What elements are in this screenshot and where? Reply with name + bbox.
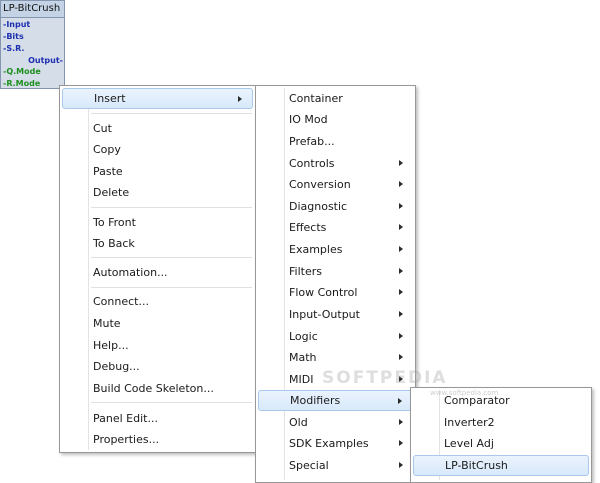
menu-item-lp-bitcrush[interactable]: LP-BitCrush [413,455,589,476]
chevron-right-icon [399,419,403,425]
menu-item-label: Math [289,351,317,364]
pin-bits[interactable]: -Bits [3,32,24,42]
menu-item-paste[interactable]: Paste [62,161,253,182]
chevron-right-icon [399,289,403,295]
menu-item-diagnostic[interactable]: Diagnostic [258,196,413,217]
menu-item-inverter2[interactable]: Inverter2 [413,412,589,433]
menu-item-label: Controls [289,157,335,170]
menu-item-prefab[interactable]: Prefab... [258,131,413,152]
menu-item-automation[interactable]: Automation... [62,262,253,283]
modifiers-submenu: Comparator Inverter2 Level Adj LP-BitCru… [410,387,592,483]
menu-item-to-back[interactable]: To Back [62,233,253,254]
insert-submenu: Container IO Mod Prefab... Controls Conv… [255,85,416,483]
menu-item-old[interactable]: Old [258,412,413,433]
menu-item-label: Examples [289,243,343,256]
chevron-right-icon [399,203,403,209]
menu-separator [91,207,252,209]
module-title: LP-BitCrush [1,1,64,18]
chevron-right-icon [399,181,403,187]
menu-separator [91,257,252,259]
menu-item-label: Input-Output [289,308,360,321]
menu-item-label: Modifiers [290,394,341,407]
menu-item-input-output[interactable]: Input-Output [258,304,413,325]
pin-sr[interactable]: -S.R. [3,44,24,54]
chevron-right-icon [399,224,403,230]
chevron-right-icon [399,160,403,166]
pin-input[interactable]: -Input [3,20,30,30]
menu-item-conversion[interactable]: Conversion [258,174,413,195]
menu-item-properties[interactable]: Properties... [62,429,253,450]
chevron-right-icon [399,311,403,317]
menu-item-level-adj[interactable]: Level Adj [413,433,589,454]
menu-item-label: Filters [289,265,322,278]
menu-item-logic[interactable]: Logic [258,326,413,347]
menu-item-label: Old [289,416,308,429]
menu-item-label: Diagnostic [289,200,348,213]
menu-item-label: Logic [289,330,318,343]
menu-item-cut[interactable]: Cut [62,118,253,139]
module-lp-bitcrush[interactable]: LP-BitCrush -Input -Bits -S.R. Output- -… [0,0,65,89]
menu-item-controls[interactable]: Controls [258,153,413,174]
pin-output[interactable]: Output- [28,56,63,66]
pin-q-mode[interactable]: -Q.Mode [3,67,41,77]
menu-item-sdk-examples[interactable]: SDK Examples [258,433,413,454]
menu-item-copy[interactable]: Copy [62,139,253,160]
menu-item-insert[interactable]: Insert [62,88,253,109]
menu-item-connect[interactable]: Connect... [62,291,253,312]
watermark-logo: SOFTPEDIA [322,368,448,388]
chevron-right-icon [399,268,403,274]
menu-item-mute[interactable]: Mute [62,313,253,334]
menu-item-modifiers[interactable]: Modifiers [258,390,413,411]
menu-item-effects[interactable]: Effects [258,217,413,238]
menu-item-special[interactable]: Special [258,455,413,476]
chevron-right-icon [238,96,242,102]
menu-separator [91,113,252,115]
menu-item-label: MIDI [289,373,314,386]
context-menu: Insert Cut Copy Paste Delete To Front To… [59,85,256,453]
menu-item-label: Flow Control [289,286,358,299]
watermark-url: www.softpedia.com [430,389,499,397]
menu-item-label: Insert [94,92,126,105]
menu-item-label: SDK Examples [289,437,369,450]
menu-separator [91,287,252,289]
menu-item-label: Effects [289,221,327,234]
menu-item-flow-control[interactable]: Flow Control [258,282,413,303]
pin-r-mode[interactable]: -R.Mode [3,79,40,89]
menu-item-examples[interactable]: Examples [258,239,413,260]
chevron-right-icon [399,333,403,339]
menu-item-to-front[interactable]: To Front [62,212,253,233]
chevron-right-icon [399,462,403,468]
menu-item-debug[interactable]: Debug... [62,356,253,377]
menu-item-label: Conversion [289,178,351,191]
menu-item-filters[interactable]: Filters [258,261,413,282]
menu-item-label: Special [289,459,329,472]
menu-item-panel-edit[interactable]: Panel Edit... [62,408,253,429]
chevron-right-icon [399,440,403,446]
menu-item-math[interactable]: Math [258,347,413,368]
chevron-right-icon [399,354,403,360]
menu-item-delete[interactable]: Delete [62,182,253,203]
menu-item-build-code-skeleton[interactable]: Build Code Skeleton... [62,378,253,399]
chevron-right-icon [398,398,402,404]
menu-item-help[interactable]: Help... [62,335,253,356]
menu-item-io-mod[interactable]: IO Mod [258,109,413,130]
menu-separator [91,402,252,404]
menu-item-container[interactable]: Container [258,88,413,109]
chevron-right-icon [399,246,403,252]
